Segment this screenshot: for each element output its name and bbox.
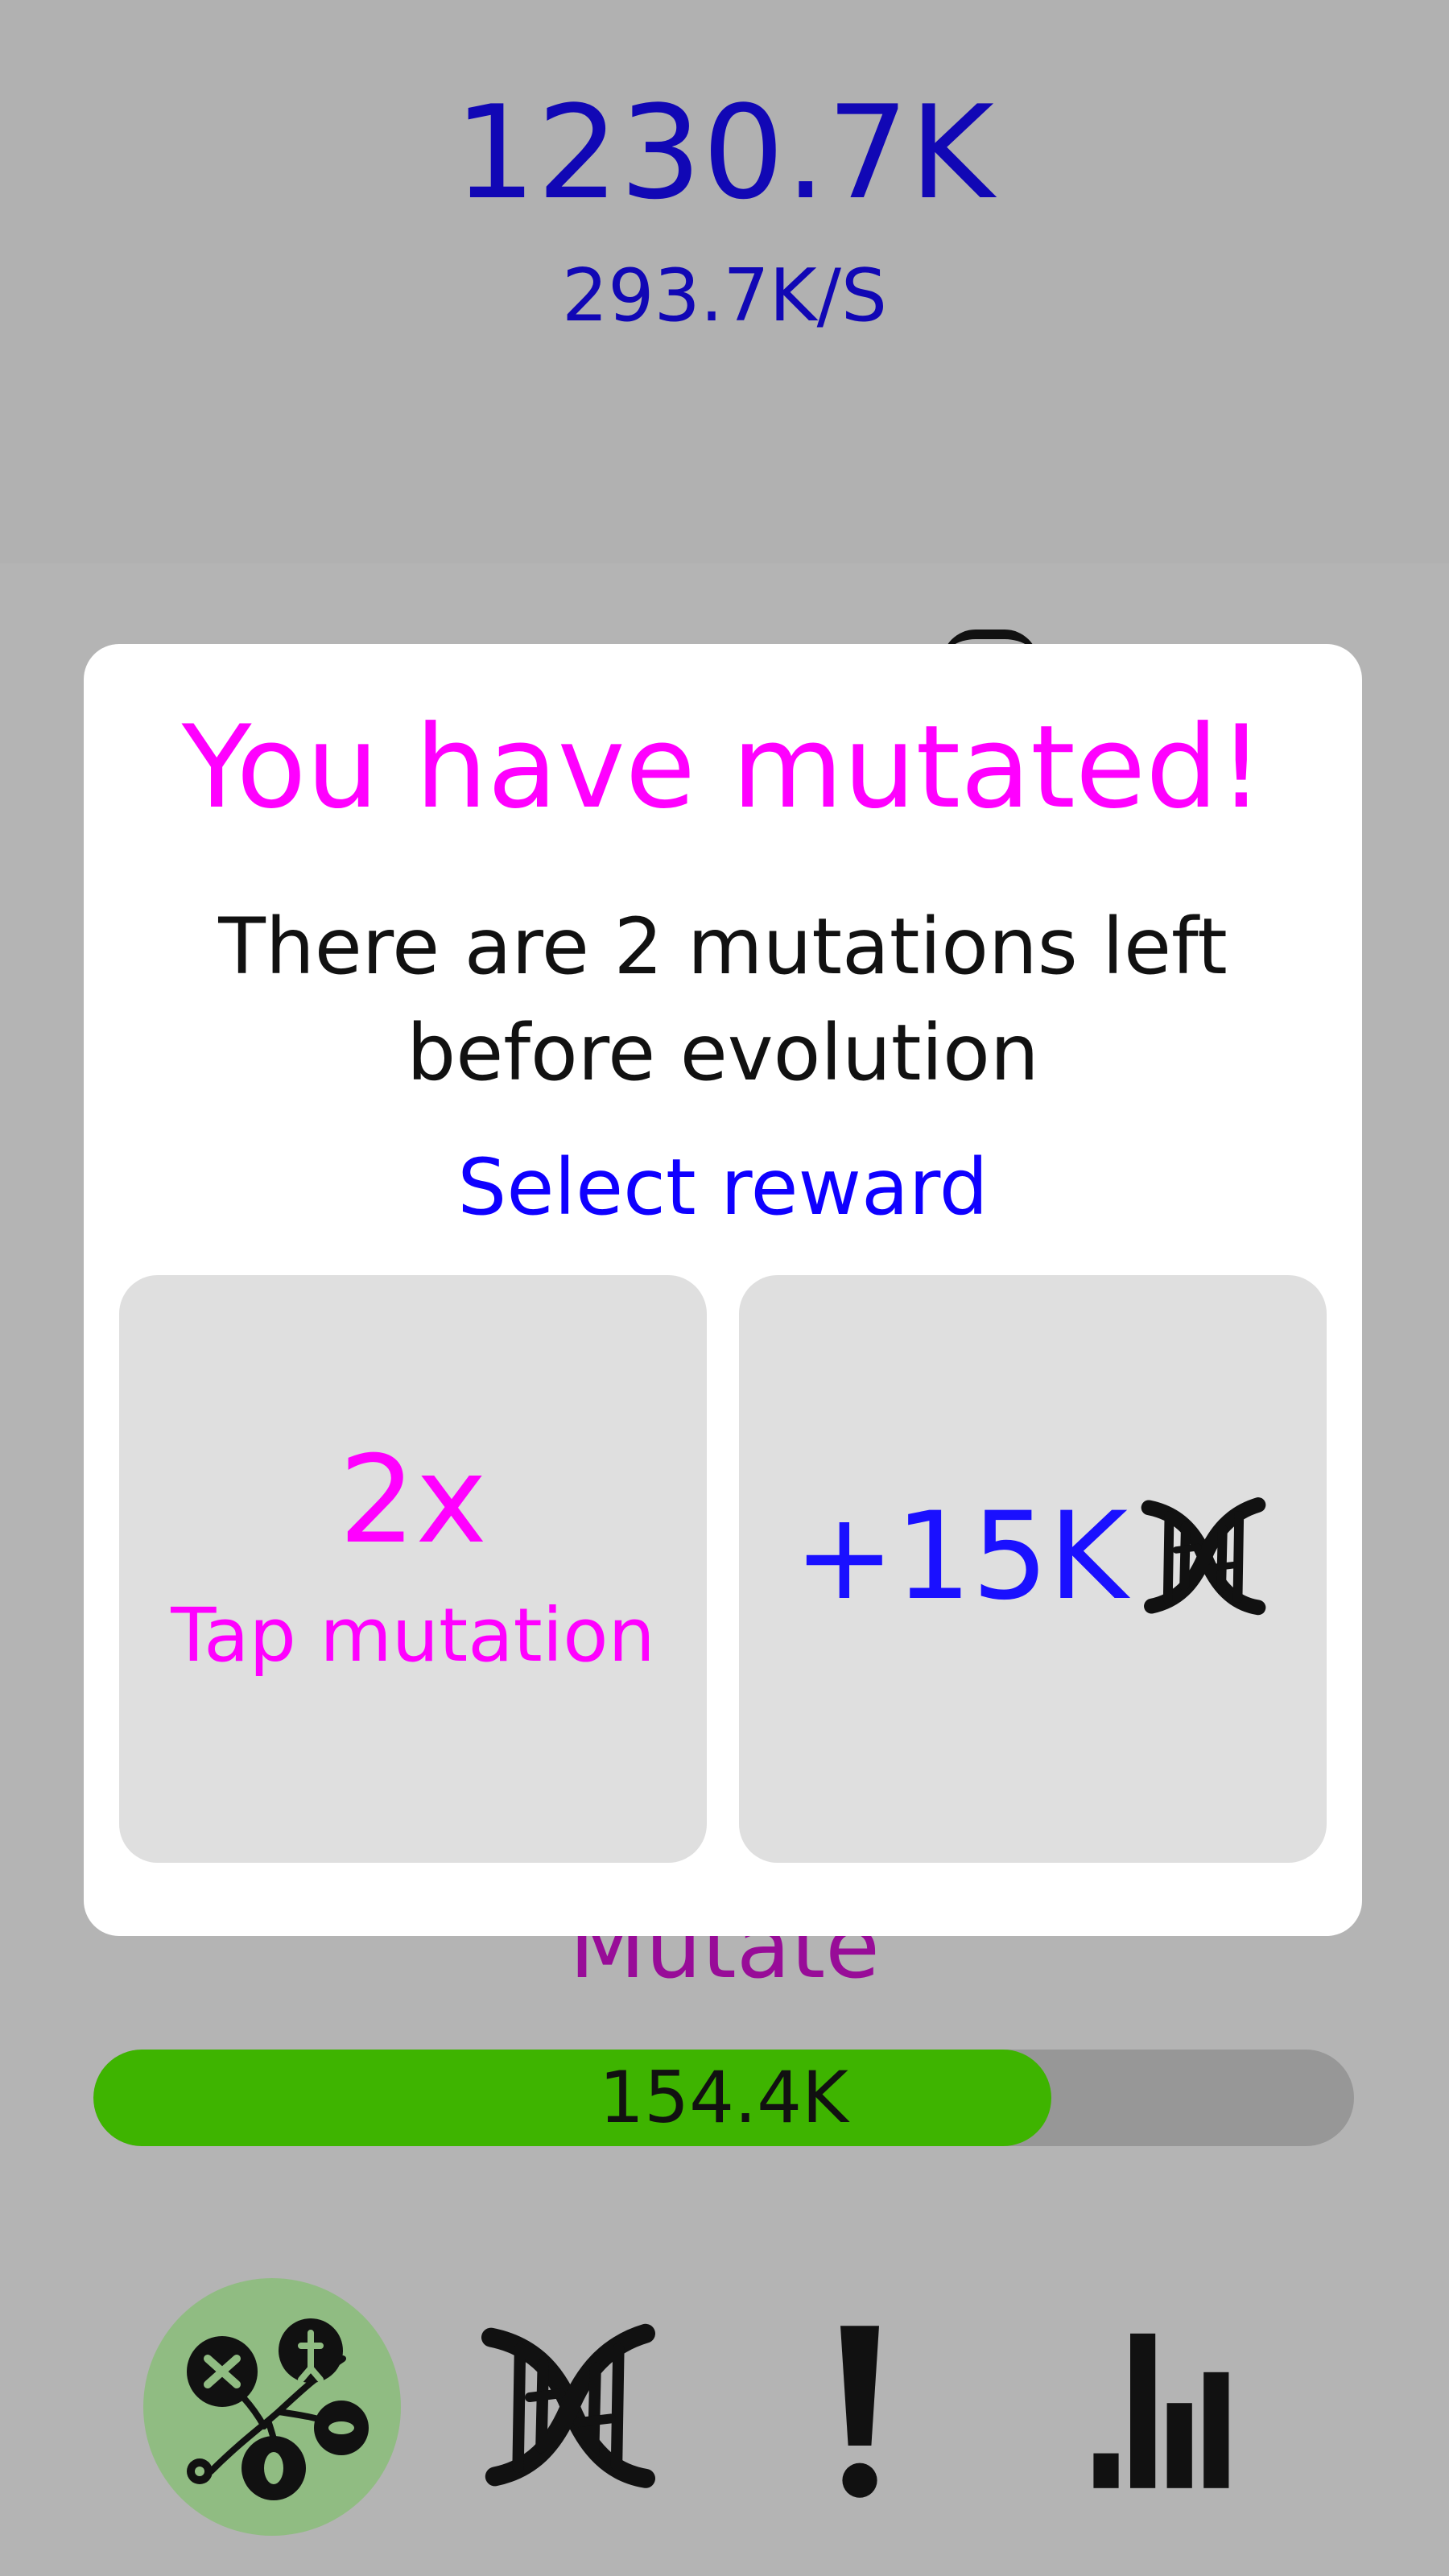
reward-description: Tap mutation	[171, 1592, 655, 1678]
dna-rate-counter: 293.7K/S	[561, 254, 888, 338]
bar-chart-icon	[1063, 2310, 1256, 2504]
nav-stats[interactable]	[1030, 2278, 1288, 2536]
dna-icon	[1135, 1488, 1272, 1625]
mutation-reward-dialog: You have mutated! There are 2 mutations …	[84, 644, 1362, 1936]
tap-mutation-reward-card[interactable]: 2x Tap mutation	[119, 1275, 707, 1863]
dna-total-counter: 1230.7K	[454, 77, 995, 228]
select-reward-label: Select reward	[457, 1142, 989, 1232]
mutation-progress-value: 154.4K	[599, 2056, 848, 2139]
dna-icon	[472, 2310, 665, 2504]
nav-events[interactable]	[731, 2278, 989, 2536]
evolution-tree-icon	[175, 2310, 369, 2504]
dna-bonus-amount: +15K	[793, 1487, 1128, 1627]
nav-dna[interactable]	[440, 2278, 697, 2536]
dialog-title: You have mutated!	[181, 701, 1265, 834]
nav-evolution-tree[interactable]	[143, 2278, 401, 2536]
mutation-progress-bar: 154.4K	[93, 2050, 1354, 2146]
dna-bonus-content: +15K	[739, 1488, 1327, 1625]
reward-multiplier: 2x	[338, 1430, 488, 1571]
dna-bonus-reward-card[interactable]: +15K	[739, 1275, 1327, 1863]
bottom-navigation	[0, 2278, 1449, 2544]
dialog-message: There are 2 mutations left before evolut…	[218, 902, 1228, 1098]
exclamation-icon	[763, 2310, 956, 2504]
stats-header: 1230.7K 293.7K/S	[0, 0, 1449, 564]
